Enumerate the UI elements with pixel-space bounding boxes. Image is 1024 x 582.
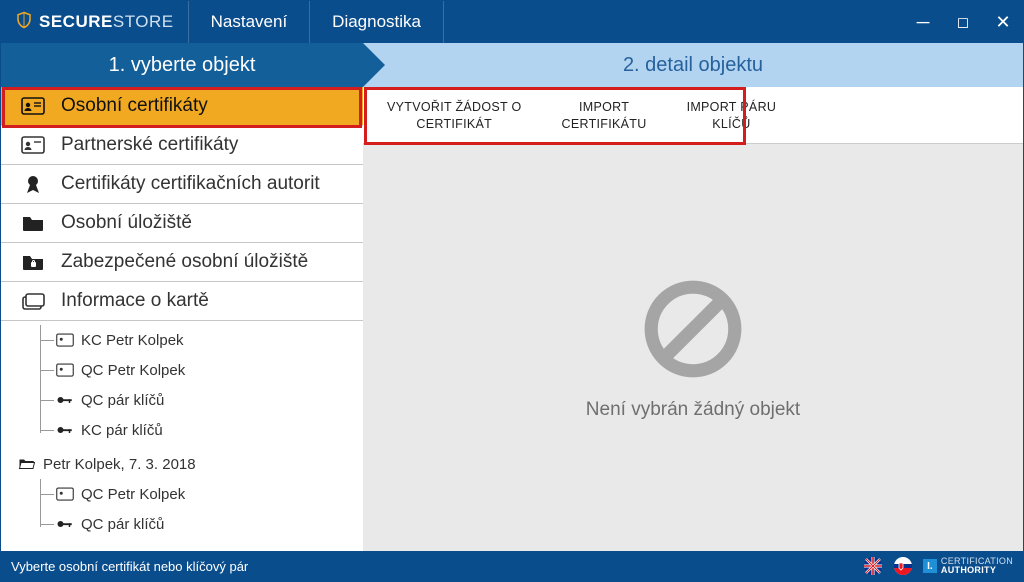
cards-icon — [19, 290, 47, 312]
tree-item-label: QC pár klíčů — [81, 516, 164, 533]
category-label: Zabezpečené osobní úložiště — [61, 251, 308, 273]
tree-item[interactable]: KC Petr Kolpek — [17, 325, 363, 355]
object-tree: KC Petr Kolpek QC Petr Kolpek QC pár klí… — [1, 321, 363, 551]
category-ca-certificates[interactable]: Certifikáty certifikačních autorit — [1, 165, 363, 204]
flag-uk-icon[interactable] — [863, 556, 883, 576]
key-icon — [55, 516, 75, 532]
action-import-keypair[interactable]: IMPORT PÁRU KLÍČŮ — [687, 99, 777, 133]
right-panel: VYTVOŘIT ŽÁDOST O CERTIFIKÁT IMPORT CERT… — [363, 87, 1023, 551]
action-label-line: VYTVOŘIT ŽÁDOST O — [387, 99, 522, 116]
key-icon — [55, 392, 75, 408]
maximize-button[interactable]: ◻ — [943, 1, 983, 43]
tree-item-label: QC Petr Kolpek — [81, 486, 185, 503]
tree-item[interactable]: QC pár klíčů — [17, 509, 363, 539]
tree-item[interactable]: KC pár klíčů — [17, 415, 363, 445]
category-secure-storage[interactable]: Zabezpečené osobní úložiště — [1, 243, 363, 282]
id-card-icon — [55, 362, 75, 378]
action-label-line: KLÍČŮ — [687, 116, 777, 133]
action-import-certificate[interactable]: IMPORT CERTIFIKÁTU — [562, 99, 647, 133]
maximize-icon: ◻ — [957, 13, 969, 31]
empty-state: Není vybrán žádný objekt — [363, 144, 1023, 551]
app-title: SECURESTORE — [39, 12, 174, 32]
ca-badge-text: CERTIFICATION AUTHORITY — [941, 557, 1013, 576]
key-icon — [55, 422, 75, 438]
folder-icon — [19, 212, 47, 234]
title-spacer — [444, 1, 903, 43]
tree-group: KC Petr Kolpek QC Petr Kolpek QC pár klí… — [17, 325, 363, 445]
tree-item-label: KC Petr Kolpek — [81, 332, 184, 349]
id-card-icon — [19, 95, 47, 117]
app-logo: SECURESTORE — [1, 1, 189, 43]
menu-diagnostics[interactable]: Diagnostika — [310, 1, 444, 43]
action-bar: VYTVOŘIT ŽÁDOST O CERTIFIKÁT IMPORT CERT… — [363, 87, 1023, 144]
category-personal-certificates[interactable]: Osobní certifikáty — [1, 87, 363, 126]
tree-group: QC Petr Kolpek QC pár klíčů — [17, 479, 363, 539]
tree-item[interactable]: QC Petr Kolpek — [17, 355, 363, 385]
tree-item-label: QC Petr Kolpek — [81, 362, 185, 379]
step-select-object: 1. vyberte objekt — [1, 43, 363, 87]
tree-folder-label: Petr Kolpek, 7. 3. 2018 — [43, 456, 196, 473]
id-card-icon — [19, 134, 47, 156]
ca-badge[interactable]: I. CERTIFICATION AUTHORITY — [923, 557, 1013, 576]
close-icon: ✕ — [995, 12, 1010, 33]
category-label: Osobní úložiště — [61, 212, 192, 234]
empty-state-text: Není vybrán žádný objekt — [586, 399, 800, 421]
shield-icon — [15, 11, 33, 34]
status-message: Vyberte osobní certifikát nebo klíčový p… — [11, 559, 248, 574]
folder-open-icon — [17, 456, 37, 472]
category-label: Certifikáty certifikačních autorit — [61, 173, 320, 195]
tree-item-label: KC pár klíčů — [81, 422, 163, 439]
main-area: Osobní certifikáty Partnerské certifikát… — [1, 87, 1023, 551]
tree-item-label: QC pár klíčů — [81, 392, 164, 409]
left-panel: Osobní certifikáty Partnerské certifikát… — [1, 87, 363, 551]
prohibited-icon — [638, 274, 748, 389]
tree-item[interactable]: QC pár klíčů — [17, 385, 363, 415]
flag-sk-icon[interactable] — [893, 556, 913, 576]
tree-folder[interactable]: Petr Kolpek, 7. 3. 2018 — [17, 449, 363, 479]
category-list: Osobní certifikáty Partnerské certifikát… — [1, 87, 363, 321]
id-card-icon — [55, 332, 75, 348]
category-card-info[interactable]: Informace o kartě — [1, 282, 363, 321]
category-label: Osobní certifikáty — [61, 95, 208, 117]
category-label: Informace o kartě — [61, 290, 209, 312]
category-label: Partnerské certifikáty — [61, 134, 238, 156]
action-label-line: CERTIFIKÁT — [387, 116, 522, 133]
step-bar: 1. vyberte objekt 2. detail objektu — [1, 43, 1023, 87]
id-card-icon — [55, 486, 75, 502]
title-bar: SECURESTORE Nastavení Diagnostika ─ ◻ ✕ — [1, 1, 1023, 43]
menu-settings[interactable]: Nastavení — [189, 1, 311, 43]
step-object-detail: 2. detail objektu — [363, 43, 1023, 87]
minimize-button[interactable]: ─ — [903, 1, 943, 43]
folder-lock-icon — [19, 251, 47, 273]
action-label-line: IMPORT — [562, 99, 647, 116]
app-frame: SECURESTORE Nastavení Diagnostika ─ ◻ ✕ … — [0, 0, 1024, 582]
category-partner-certificates[interactable]: Partnerské certifikáty — [1, 126, 363, 165]
action-label-line: CERTIFIKÁTU — [562, 116, 647, 133]
action-label-line: IMPORT PÁRU — [687, 99, 777, 116]
action-create-request[interactable]: VYTVOŘIT ŽÁDOST O CERTIFIKÁT — [387, 99, 522, 133]
minimize-icon: ─ — [917, 12, 930, 33]
status-bar: Vyberte osobní certifikát nebo klíčový p… — [1, 551, 1023, 581]
medal-icon — [19, 173, 47, 195]
ca-badge-icon: I. — [923, 559, 937, 573]
tree-item[interactable]: QC Petr Kolpek — [17, 479, 363, 509]
category-personal-storage[interactable]: Osobní úložiště — [1, 204, 363, 243]
close-button[interactable]: ✕ — [983, 1, 1023, 43]
